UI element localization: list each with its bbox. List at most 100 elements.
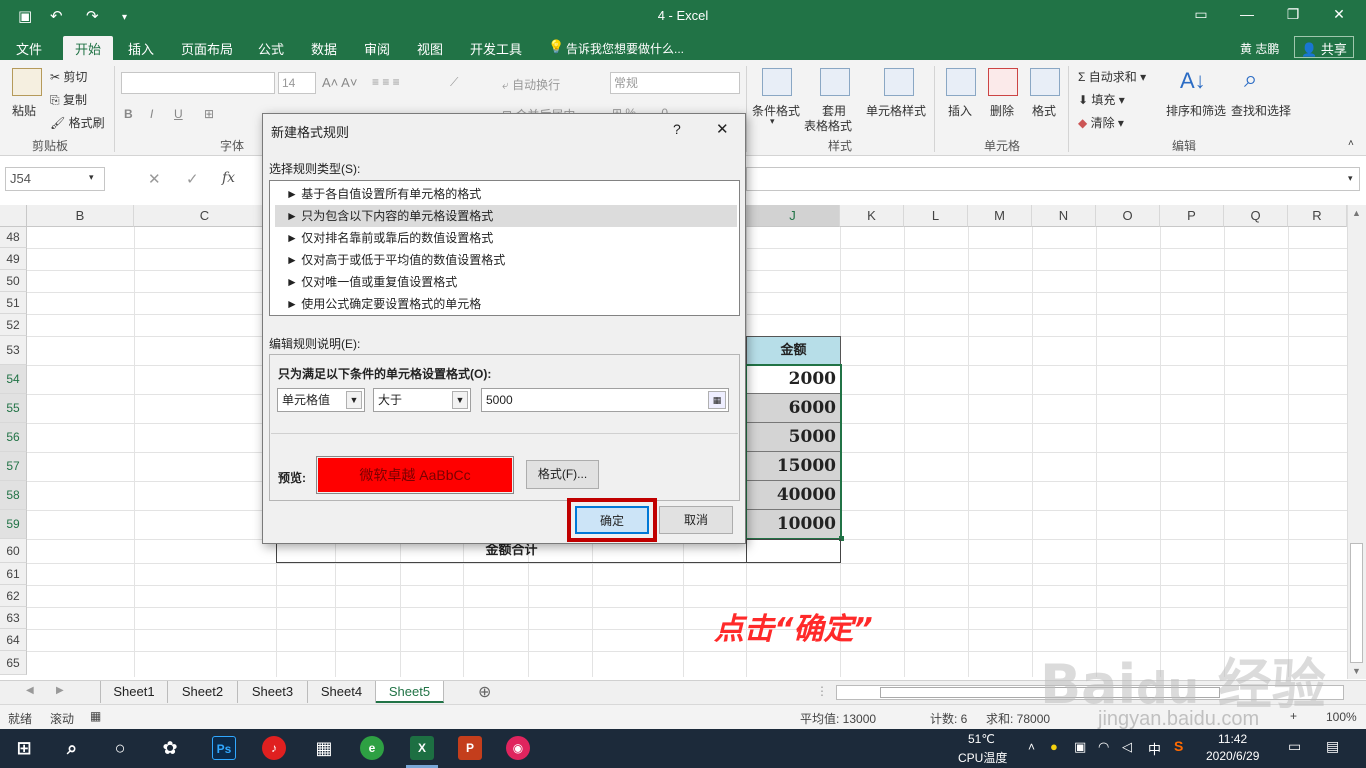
operator-dropdown[interactable]: 大于 ▼ <box>373 388 471 412</box>
row-header[interactable]: 64 <box>0 629 27 651</box>
cancel-entry-icon[interactable]: ✕ <box>148 170 161 188</box>
keyboard-icon[interactable]: ▤ <box>1326 738 1339 755</box>
zoom-level[interactable]: 100% <box>1326 710 1357 724</box>
sheet-tab[interactable]: Sheet2 <box>168 681 238 703</box>
row-header[interactable]: 59 <box>0 510 27 539</box>
name-box-dropdown-icon[interactable]: ▾ <box>89 172 94 183</box>
column-header[interactable]: Q <box>1224 205 1288 227</box>
format-table-label-2[interactable]: 表格格式 <box>804 117 852 134</box>
format-button[interactable]: 格式(F)... <box>526 460 599 489</box>
sheet-tab[interactable]: Sheet4 <box>308 681 376 703</box>
total-value-cell[interactable] <box>746 539 841 563</box>
tab-data[interactable]: 数据 <box>311 39 337 58</box>
align-top-icon[interactable]: ≡ ≡ ≡ <box>372 75 400 89</box>
find-select-button[interactable]: 查找和选择 <box>1231 102 1291 119</box>
tell-me-box[interactable]: 告诉我您想要做什么... <box>566 40 684 57</box>
format-cells-icon[interactable] <box>1030 68 1060 96</box>
row-header[interactable]: 52 <box>0 314 27 336</box>
add-sheet-icon[interactable]: ⊕ <box>478 682 491 702</box>
insert-function-icon[interactable]: fx <box>222 170 235 186</box>
sort-filter-icon[interactable]: A↓ <box>1180 68 1206 94</box>
ok-button[interactable]: 确定 <box>575 506 649 534</box>
tray-app-icon[interactable]: ● <box>1050 739 1058 754</box>
italic-icon[interactable]: I <box>150 107 153 121</box>
paste-button[interactable]: 粘贴 <box>12 102 36 119</box>
format-painter-button[interactable]: 🖌 格式刷 <box>50 114 105 131</box>
column-header[interactable]: J <box>746 205 840 227</box>
column-header[interactable]: M <box>968 205 1032 227</box>
status-average[interactable]: 平均值: 13000 <box>800 710 876 727</box>
ribbon-display-icon[interactable]: ▭ <box>1178 6 1224 23</box>
row-header[interactable]: 57 <box>0 452 27 481</box>
collapse-ribbon-icon[interactable]: ˄ <box>1348 138 1354 149</box>
confirm-entry-icon[interactable]: ✓ <box>186 170 199 188</box>
column-header[interactable]: O <box>1096 205 1160 227</box>
row-header[interactable]: 51 <box>0 292 27 314</box>
fill-button[interactable]: ⬇ 填充 ▾ <box>1078 91 1125 108</box>
rule-type-item[interactable]: ► 仅对排名靠前或靠后的数值设置格式 <box>275 227 737 249</box>
select-all-corner[interactable] <box>0 205 27 227</box>
row-header[interactable]: 54 <box>0 365 27 394</box>
border-icon[interactable]: ⊞ <box>204 107 214 121</box>
row-header[interactable]: 49 <box>0 248 27 270</box>
netease-music-icon[interactable]: ♪ <box>262 736 286 760</box>
windows-start-icon[interactable]: ⊞ <box>12 736 36 760</box>
amount-header-cell[interactable]: 金额 <box>746 336 841 365</box>
row-header[interactable]: 56 <box>0 423 27 452</box>
media-app-icon[interactable]: ◉ <box>506 736 530 760</box>
column-header[interactable]: P <box>1160 205 1224 227</box>
row-header[interactable]: 61 <box>0 563 27 585</box>
number-format-dropdown[interactable]: 常规 <box>610 72 740 94</box>
tab-file[interactable]: 文件 <box>16 39 42 58</box>
rule-type-item[interactable]: ► 使用公式确定要设置格式的单元格 <box>275 293 737 315</box>
paste-icon[interactable] <box>12 68 42 96</box>
row-header[interactable]: 63 <box>0 607 27 629</box>
close-icon[interactable]: ✕ <box>1316 6 1362 23</box>
font-size-dropdown[interactable]: 14 <box>278 72 316 94</box>
conditional-format-button[interactable]: 条件格式 <box>752 102 800 119</box>
more-options-icon[interactable]: ⋮ <box>816 684 828 698</box>
insert-cells-icon[interactable] <box>946 68 976 96</box>
vertical-scroll-thumb[interactable] <box>1350 543 1363 663</box>
tab-page-layout[interactable]: 页面布局 <box>181 39 233 58</box>
share-button[interactable]: 👤 共享 <box>1294 36 1354 58</box>
notification-icon[interactable]: ▭ <box>1288 738 1301 755</box>
maximize-icon[interactable]: ❐ <box>1270 6 1316 23</box>
tab-home[interactable]: 开始 <box>63 36 114 60</box>
pinwheel-app-icon[interactable]: ✿ <box>158 736 182 760</box>
copy-button[interactable]: ⎘ 复制 <box>50 91 87 108</box>
rule-type-item[interactable]: ► 基于各自值设置所有单元格的格式 <box>275 183 737 205</box>
conditional-format-icon[interactable] <box>762 68 792 96</box>
tray-icon[interactable]: ▣ <box>1074 739 1086 755</box>
column-header[interactable]: R <box>1288 205 1347 227</box>
clock-time[interactable]: 11:42 <box>1218 732 1247 746</box>
dialog-close-icon[interactable]: ✕ <box>716 120 729 138</box>
macro-record-icon[interactable]: ▦ <box>90 709 101 723</box>
tray-chevron-icon[interactable]: ˄ <box>1028 740 1035 754</box>
grow-font-icon[interactable]: A˄ A˅ <box>322 75 357 90</box>
network-icon[interactable]: ◠ <box>1098 739 1109 755</box>
sheet-tab[interactable]: Sheet3 <box>238 681 308 703</box>
delete-cells-icon[interactable] <box>988 68 1018 96</box>
insert-cells-button[interactable]: 插入 <box>948 102 972 119</box>
row-header[interactable]: 50 <box>0 270 27 292</box>
calculator-icon[interactable]: ▦ <box>312 736 336 760</box>
autosum-button[interactable]: Σ 自动求和 ▾ <box>1078 68 1146 85</box>
photoshop-icon[interactable]: Ps <box>212 736 236 760</box>
find-select-icon[interactable]: ⌕ <box>1244 66 1257 94</box>
help-icon[interactable]: ? <box>673 121 681 137</box>
row-header[interactable]: 48 <box>0 227 27 248</box>
wrap-text-button[interactable]: ⤶ 自动换行 <box>502 76 560 93</box>
minimize-icon[interactable]: — <box>1224 6 1270 22</box>
font-name-dropdown[interactable] <box>121 72 275 94</box>
sheet-tab[interactable]: Sheet1 <box>100 681 168 703</box>
cancel-button[interactable]: 取消 <box>659 506 733 534</box>
sogou-ime-icon[interactable]: S <box>1174 738 1183 754</box>
cell-styles-button[interactable]: 单元格样式 <box>866 102 926 119</box>
tab-insert[interactable]: 插入 <box>128 39 154 58</box>
task-view-icon[interactable]: ○ <box>108 736 132 760</box>
row-header[interactable]: 58 <box>0 481 27 510</box>
tab-review[interactable]: 审阅 <box>364 39 390 58</box>
rule-type-item[interactable]: ► 仅对高于或低于平均值的数值设置格式 <box>275 249 737 271</box>
ime-indicator[interactable]: 中 <box>1148 739 1161 758</box>
